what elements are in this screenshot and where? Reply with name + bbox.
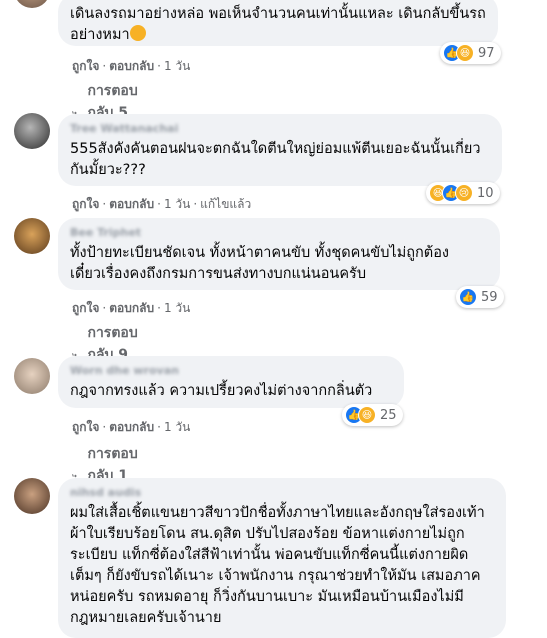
author-name[interactable]: Worn dhe wrovan bbox=[70, 364, 392, 378]
comment-actions: ถูกใจ · ตอบกลับ · 1 วัน bbox=[72, 301, 191, 315]
comment-bubble: Bee Triphet ทั้งป้ายทะเบียนชัดเจน ทั้งหน… bbox=[58, 218, 500, 290]
timestamp[interactable]: 1 วัน bbox=[164, 197, 190, 211]
comment-text: เดินลงรถมาอย่างหล่อ พอเห็นจำนวนคนเท่านั้… bbox=[70, 6, 486, 43]
comment-text: ทั้งป้ายทะเบียนชัดเจน ทั้งหน้าตาคนขับ ทั… bbox=[70, 245, 450, 282]
comment-text: กฎจากทรงแล้ว ความเปรี้ยวคงไม่ต่างจากกลิ่… bbox=[70, 383, 373, 399]
reaction-summary[interactable]: 👍 59 bbox=[456, 286, 504, 308]
timestamp[interactable]: 1 วัน bbox=[164, 59, 190, 73]
like-reaction-icon: 👍 bbox=[459, 288, 477, 306]
avatar[interactable] bbox=[14, 0, 50, 8]
sad-reaction-icon: 😢 bbox=[455, 184, 473, 202]
edited-label: แก้ไขแล้ว bbox=[200, 197, 252, 211]
avatar[interactable] bbox=[14, 113, 50, 149]
like-link[interactable]: ถูกใจ bbox=[72, 59, 99, 73]
like-link[interactable]: ถูกใจ bbox=[72, 420, 99, 434]
comment-text: ผมใส่เสื้อเชิ้ตแขนยาวสีขาวปักชื่อทั้งภาษ… bbox=[70, 505, 485, 626]
like-link[interactable]: ถูกใจ bbox=[72, 197, 99, 211]
comment-bubble: Worn dhe wrovan กฎจากทรงแล้ว ความเปรี้ยว… bbox=[58, 356, 404, 408]
reaction-summary[interactable]: 😆 👍 😢 10 bbox=[426, 182, 500, 204]
author-name[interactable]: nihsd audis bbox=[70, 486, 494, 500]
reaction-count: 10 bbox=[477, 185, 494, 201]
author-name[interactable]: Tree Wattanachai bbox=[70, 122, 490, 136]
comment-text: 555สังคังคันตอนฝนจะตกฉันใดตีนใหญ่ย่อมแพ้… bbox=[70, 141, 481, 178]
avatar[interactable] bbox=[14, 478, 50, 514]
timestamp[interactable]: 1 วัน bbox=[164, 420, 190, 434]
comment-bubble: Tree Wattanachai 555สังคังคันตอนฝนจะตกฉั… bbox=[58, 114, 502, 186]
comment-actions: ถูกใจ · ตอบกลับ · 1 วัน bbox=[72, 59, 191, 73]
reply-link[interactable]: ตอบกลับ bbox=[109, 420, 154, 434]
reply-link[interactable]: ตอบกลับ bbox=[109, 301, 154, 315]
comment-bubble: เดินลงรถมาอย่างหล่อ พอเห็นจำนวนคนเท่านั้… bbox=[58, 0, 498, 46]
reply-link[interactable]: ตอบกลับ bbox=[109, 197, 154, 211]
reaction-summary[interactable]: 👍 😆 97 bbox=[440, 42, 501, 64]
reaction-count: 97 bbox=[478, 45, 495, 61]
author-name[interactable]: Bee Triphet bbox=[70, 226, 488, 240]
comment-bubble: nihsd audis ผมใส่เสื้อเชิ้ตแขนยาวสีขาวปั… bbox=[58, 478, 506, 638]
reaction-summary[interactable]: 👍 😆 25 bbox=[342, 404, 403, 426]
haha-reaction-icon: 😆 bbox=[358, 406, 376, 424]
haha-reaction-icon: 😆 bbox=[456, 44, 474, 62]
reaction-count: 25 bbox=[380, 407, 397, 423]
laughing-emoji-icon bbox=[129, 25, 146, 41]
avatar[interactable] bbox=[14, 218, 50, 254]
like-link[interactable]: ถูกใจ bbox=[72, 301, 99, 315]
reply-link[interactable]: ตอบกลับ bbox=[109, 59, 154, 73]
reaction-count: 59 bbox=[481, 289, 498, 305]
comment-actions: ถูกใจ · ตอบกลับ · 1 วัน · แก้ไขแล้ว bbox=[72, 197, 252, 211]
comment-actions: ถูกใจ · ตอบกลับ · 1 วัน bbox=[72, 420, 191, 434]
avatar[interactable] bbox=[14, 358, 50, 394]
timestamp[interactable]: 1 วัน bbox=[164, 301, 190, 315]
